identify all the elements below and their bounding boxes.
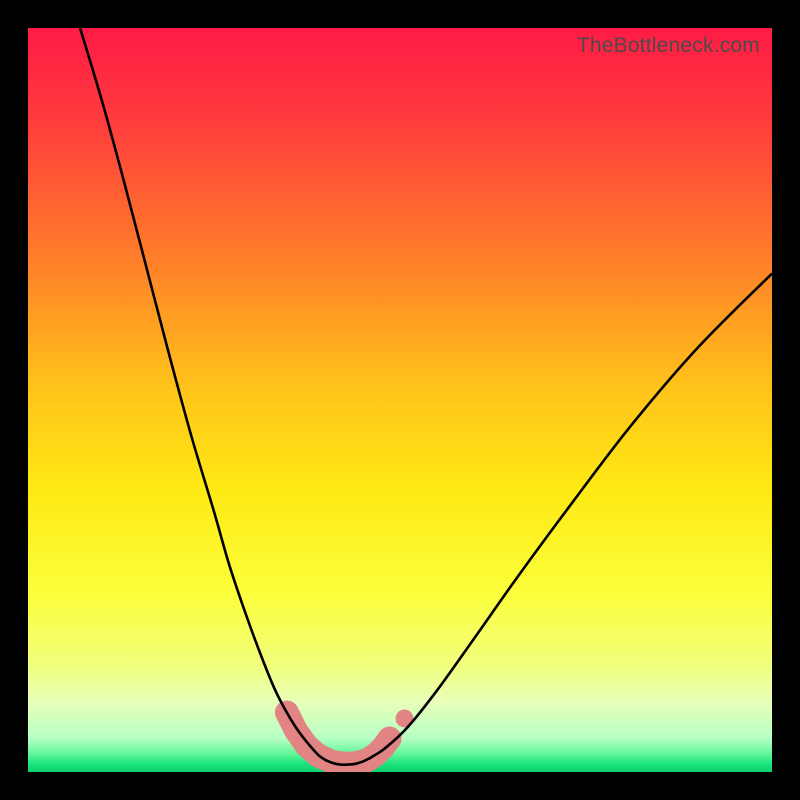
outer-frame: TheBottleneck.com [0,0,800,800]
valley-markers [275,701,413,772]
curves-layer [28,28,772,772]
bottleneck-curve [80,28,772,765]
plot-area: TheBottleneck.com [28,28,772,772]
